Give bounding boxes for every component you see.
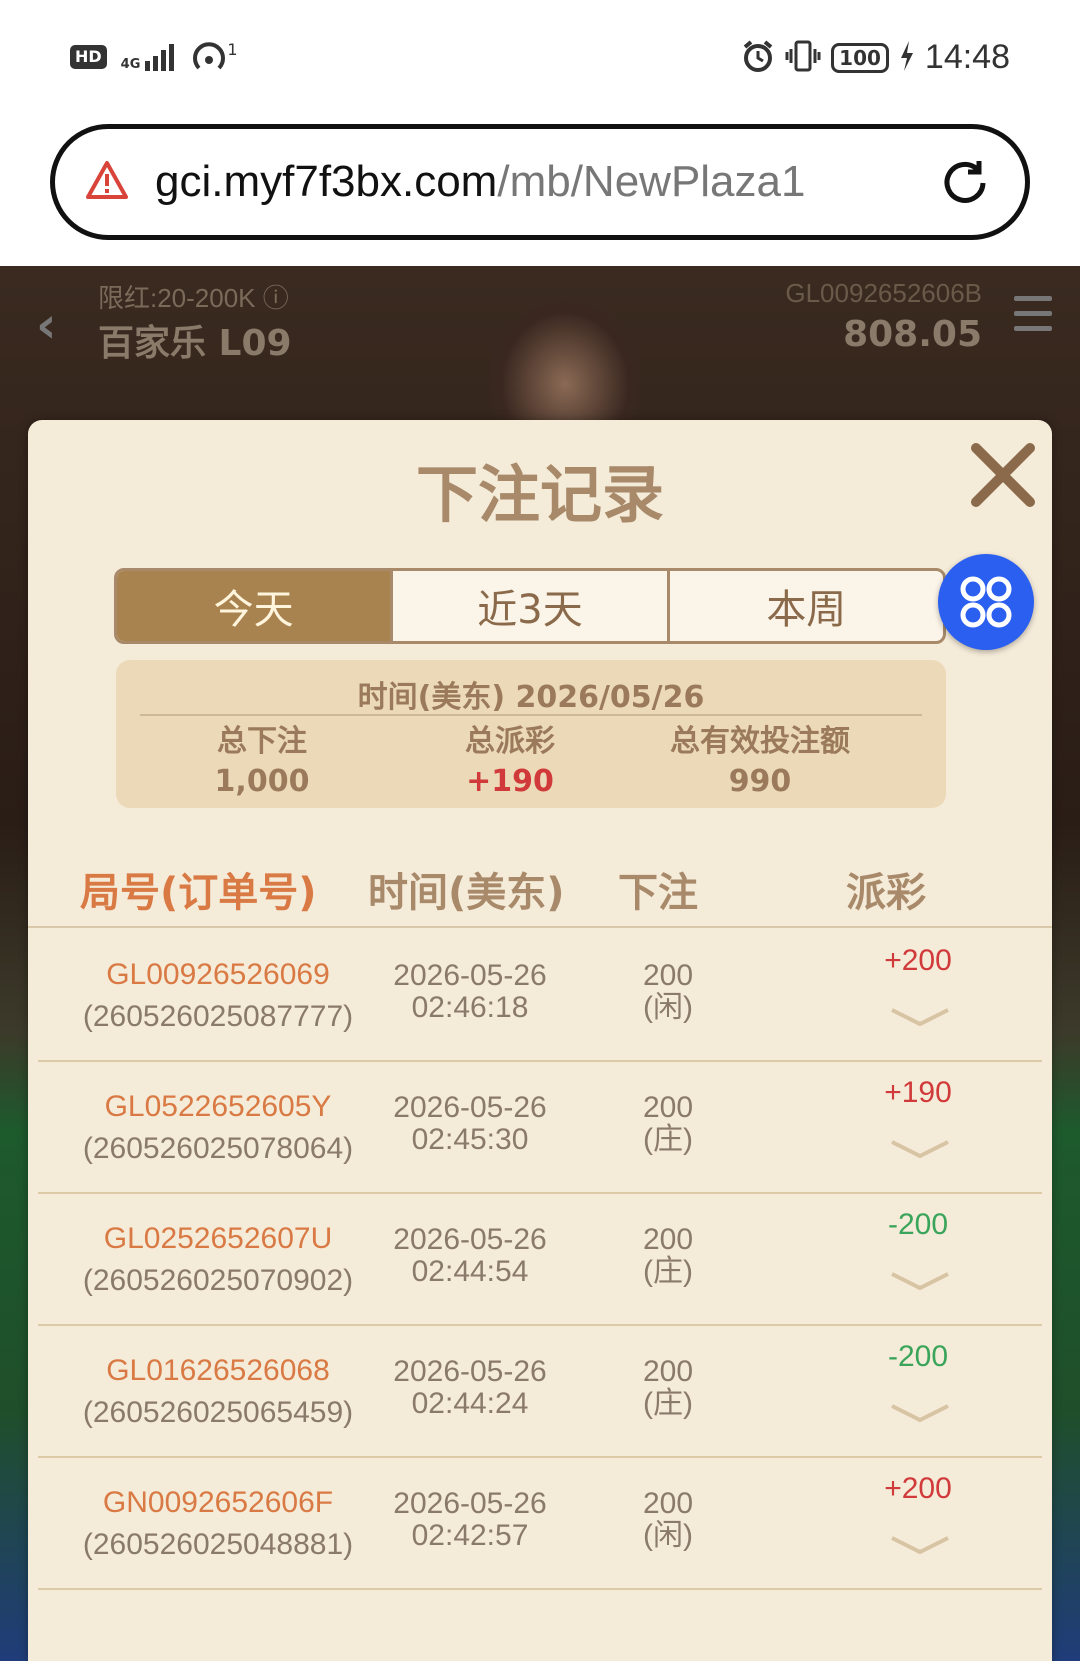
tab-3days[interactable]: 近3天 [393, 571, 670, 641]
grid-icon [960, 576, 1012, 628]
payout-cell: -200 [887, 1208, 949, 1241]
bet-amount-cell: 200 [642, 1091, 694, 1124]
time-cell: 02:46:18 [411, 991, 529, 1024]
date-cell: 2026-05-26 [393, 1355, 547, 1388]
chevron-down-icon[interactable] [888, 1534, 952, 1558]
tab-week[interactable]: 本周 [670, 571, 943, 641]
order-id-cell: (260526025048881) [82, 1528, 354, 1561]
column-header-round: 局号(订单号) [80, 870, 317, 916]
time-cell: 02:44:24 [411, 1387, 529, 1420]
url-text[interactable]: gci.myf7f3bx.com/mb/NewPlaza1 [155, 157, 805, 207]
time-cell: 02:42:57 [411, 1519, 529, 1552]
bet-limit: 限红:20-200K ⓘ [98, 283, 289, 313]
column-header-time: 时间(美东) [368, 870, 565, 916]
bet-record-modal: 下注记录 今天 近3天 本周 时间(美东) 2026/05/26 总下注 1,0… [28, 420, 1052, 1661]
summary-total-payout: 总派彩 +190 [465, 724, 555, 799]
close-icon[interactable] [968, 440, 1038, 510]
table-row[interactable]: GL0522652605Y (260526025078064) 2026-05-2… [38, 1062, 1042, 1194]
bet-amount-cell: 200 [642, 1355, 694, 1388]
tab-today[interactable]: 今天 [117, 571, 394, 641]
round-id-cell: GN0092652606F [102, 1486, 334, 1519]
refresh-icon[interactable] [937, 155, 993, 215]
date-tabs: 今天 近3天 本周 [114, 568, 946, 644]
summary-total-valid: 总有效投注额 990 [670, 724, 850, 799]
date-cell: 2026-05-26 [393, 1091, 547, 1124]
summary-total-bet: 总下注 1,000 [214, 724, 310, 799]
bet-side-cell: (庄) [643, 1123, 693, 1156]
chevron-down-icon[interactable] [888, 1006, 952, 1030]
time-cell: 02:45:30 [411, 1123, 529, 1156]
table-row[interactable]: GL01626526068 (260526025065459) 2026-05-2… [38, 1326, 1042, 1458]
bet-amount-cell: 200 [642, 1487, 694, 1520]
header-divider [28, 926, 1052, 928]
summary-date: 时间(美东) 2026/05/26 [357, 680, 705, 715]
payout-cell: +200 [884, 944, 952, 977]
clock: 14:48 [924, 38, 1010, 76]
payout-cell: +190 [884, 1076, 952, 1109]
column-header-bet: 下注 [618, 870, 698, 916]
summary-divider [140, 714, 922, 716]
order-id-cell: (260526025078064) [82, 1132, 354, 1165]
payout-cell: +200 [884, 1472, 952, 1505]
balance: 808.05 [843, 314, 982, 355]
date-cell: 2026-05-26 [393, 959, 547, 992]
bet-side-cell: (闲) [643, 991, 693, 1024]
battery-icon: 100 [831, 42, 889, 73]
round-id-cell: GL00926526069 [106, 958, 330, 991]
chevron-down-icon[interactable] [888, 1402, 952, 1426]
floating-menu-button[interactable] [938, 554, 1034, 650]
bet-side-cell: (闲) [643, 1519, 693, 1552]
round-id-cell: GL0252652607U [103, 1222, 333, 1255]
bet-side-cell: (庄) [643, 1255, 693, 1288]
summary-panel: 时间(美东) 2026/05/26 总下注 1,000 总派彩 +190 总有效… [116, 660, 946, 808]
table-name: 百家乐 L09 [98, 323, 292, 364]
bet-amount-cell: 200 [642, 1223, 694, 1256]
charging-icon [899, 40, 915, 75]
round-id-cell: GL0522652605Y [104, 1090, 332, 1123]
round-id-cell: GL01626526068 [106, 1354, 330, 1387]
url-path: /mb/NewPlaza1 [497, 157, 806, 206]
date-cell: 2026-05-26 [393, 1487, 547, 1520]
bet-amount-cell: 200 [642, 959, 694, 992]
status-bar: HD 4G 1 100 14:48 [0, 0, 1080, 120]
date-cell: 2026-05-26 [393, 1223, 547, 1256]
round-id: GL0092652606B [785, 278, 982, 308]
order-id-cell: (260526025070902) [82, 1264, 354, 1297]
payout-cell: -200 [887, 1340, 949, 1373]
time-cell: 02:44:54 [411, 1255, 529, 1288]
table-row[interactable]: GN0092652606F (260526025048881) 2026-05-2… [38, 1458, 1042, 1590]
table-row[interactable]: GL0252652607U (260526025070902) 2026-05-2… [38, 1194, 1042, 1326]
signal-icon: 4G [121, 43, 178, 71]
table-row[interactable]: GL00926526069 (260526025087777) 2026-05-2… [38, 930, 1042, 1062]
hotspot-icon: 1 [191, 40, 238, 74]
vibrate-icon [785, 39, 821, 77]
alarm-icon [741, 39, 775, 77]
url-bar[interactable]: gci.myf7f3bx.com/mb/NewPlaza1 [50, 124, 1030, 240]
info-icon[interactable]: ⓘ [263, 283, 289, 313]
back-icon[interactable]: ‹ [36, 296, 57, 354]
url-domain: gci.myf7f3bx.com [155, 157, 498, 206]
bet-side-cell: (庄) [643, 1387, 693, 1420]
chevron-down-icon[interactable] [888, 1270, 952, 1294]
order-id-cell: (260526025087777) [82, 1000, 354, 1033]
column-header-payout: 派彩 [846, 870, 926, 916]
modal-title: 下注记录 [415, 458, 664, 531]
hd-icon: HD [70, 45, 107, 69]
warning-icon[interactable] [85, 160, 129, 204]
menu-icon[interactable] [1014, 296, 1052, 341]
order-id-cell: (260526025065459) [82, 1396, 354, 1429]
chevron-down-icon[interactable] [888, 1138, 952, 1162]
